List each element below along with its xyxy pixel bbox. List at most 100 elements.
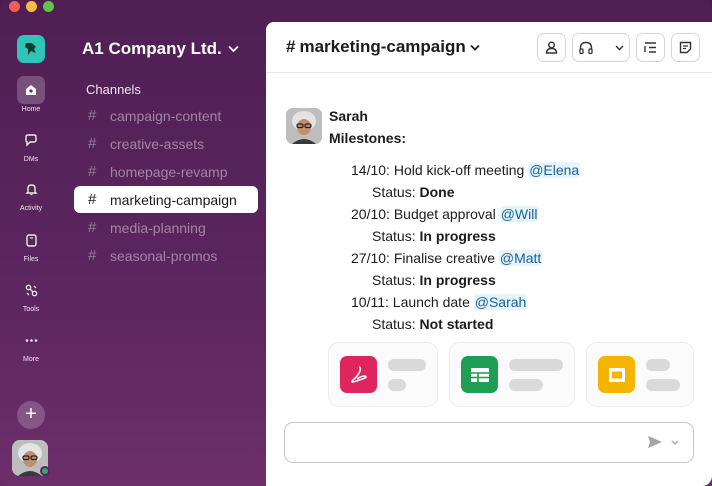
milestone-status: Status: Not started [351,313,580,335]
status-value: In progress [419,272,496,288]
rail-item-more[interactable]: More [0,326,62,363]
channels-section-label: Channels [86,82,141,97]
composer-actions [647,435,679,449]
workspace-rail: Home DMs Activity Files Tools More + [0,22,62,486]
attachment-list [328,342,694,407]
hash-icon: # [88,135,97,152]
user-mention[interactable]: @Will [499,206,539,222]
attachment-pdf[interactable] [328,342,438,407]
huddle-button[interactable] [572,33,630,62]
hash-icon: # [88,219,97,236]
milestone-status: Status: In progress [351,225,580,247]
chevron-down-icon [228,45,239,53]
channel-header: # marketing-campaign [266,22,712,73]
rail-label-activity: Activity [19,205,43,212]
members-button[interactable] [537,33,566,62]
milestone-date: 27/10: [351,250,390,266]
files-icon [17,226,45,254]
message-composer[interactable] [284,422,694,463]
milestone-list: 14/10: Hold kick-off meeting @Elena Stat… [351,159,581,335]
placeholder-bar [388,358,426,371]
status-label: Status: [372,272,416,288]
bell-icon [17,175,45,203]
sidebar-item-media-planning[interactable]: # media-planning [74,214,258,241]
channel-label: marketing-campaign [110,191,237,208]
workspace-menu[interactable]: A1 Company Ltd. [82,39,239,59]
pdf-icon [340,356,377,393]
rail-item-files[interactable]: Files [0,226,62,263]
canvas-button[interactable] [671,33,700,62]
zoom-window-button[interactable] [43,1,54,12]
note-icon [679,41,692,54]
status-value: In progress [419,228,496,244]
milestone-item: 10/11: Launch date @Sarah [351,291,580,313]
rail-label-tools: Tools [22,306,40,313]
status-value: Done [419,184,455,200]
milestone-date: 14/10: [351,162,390,178]
person-icon [545,41,558,54]
message-author[interactable]: Sarah [329,108,368,124]
attachment-slides[interactable] [586,342,694,407]
message-avatar[interactable] [286,108,322,144]
milestone-text: Hold kick-off meeting [393,162,525,178]
headphones-icon [579,41,593,55]
milestone-status: Status: Done [351,181,580,203]
workspace-logo-icon[interactable] [17,35,45,63]
sidebar-item-creative-assets[interactable]: # creative-assets [74,130,258,157]
attachment-spreadsheet[interactable] [449,342,575,407]
sheets-icon [461,356,498,393]
milestone-date: 10/11: [351,294,389,310]
rail-label-files: Files [23,256,39,263]
rail-label-home: Home [21,106,41,113]
app-window: Home DMs Activity Files Tools More + A1 … [0,0,712,486]
channel-sidebar: A1 Company Ltd. Channels # campaign-cont… [66,22,266,486]
home-icon [17,76,45,104]
sidebar-item-campaign-content[interactable]: # campaign-content [74,102,258,129]
rail-label-dms: DMs [23,156,39,163]
add-workspace-button[interactable]: + [17,401,45,429]
channel-label: homepage-revamp [110,163,228,180]
milestone-date: 20/10: [351,206,390,222]
milestone-text: Budget approval [393,206,496,222]
placeholder-bar [646,358,670,371]
more-icon [17,326,45,354]
canvas-list-button[interactable] [636,33,665,62]
user-mention[interactable]: @Sarah [473,294,528,310]
rail-item-dms[interactable]: DMs [0,126,62,163]
user-mention[interactable]: @Elena [528,162,581,178]
attachment-placeholder [509,358,563,391]
status-label: Status: [372,184,416,200]
placeholder-bar [509,358,563,371]
minimize-window-button[interactable] [26,1,37,12]
sidebar-item-homepage-revamp[interactable]: # homepage-revamp [74,158,258,185]
rail-item-home[interactable]: Home [0,76,62,113]
send-icon[interactable] [647,435,663,449]
status-value: Not started [419,316,494,332]
chevron-down-icon[interactable] [671,440,679,445]
hash-icon: # [88,191,97,208]
channel-title-button[interactable]: # marketing-campaign [286,37,480,57]
milestone-item: 14/10: Hold kick-off meeting @Elena [351,159,581,181]
status-label: Status: [372,316,416,332]
header-actions [537,33,700,62]
hash-icon: # [88,163,97,180]
channel-label: campaign-content [110,107,222,124]
workspace-name: A1 Company Ltd. [82,39,222,58]
channel-label: media-planning [110,219,206,236]
user-mention[interactable]: @Matt [498,250,543,266]
message-title: Milestones: [329,130,407,146]
milestone-text: Finalise creative [393,250,495,266]
channel-label: creative-assets [110,135,205,152]
rail-item-tools[interactable]: Tools [0,276,62,313]
rail-item-activity[interactable]: Activity [0,175,62,212]
milestone-text: Launch date [392,294,470,310]
placeholder-bar [646,378,680,391]
sidebar-item-marketing-campaign[interactable]: # marketing-campaign [74,186,258,213]
sidebar-item-seasonal-promos[interactable]: # seasonal-promos [74,242,258,269]
placeholder-bar [509,378,543,391]
status-label: Status: [372,228,416,244]
channel-list: # campaign-content # creative-assets # h… [74,102,258,270]
chevron-down-icon[interactable] [615,45,624,51]
channel-view: # marketing-campaign Sarah Milestones: 1… [266,22,712,486]
close-window-button[interactable] [9,1,20,12]
